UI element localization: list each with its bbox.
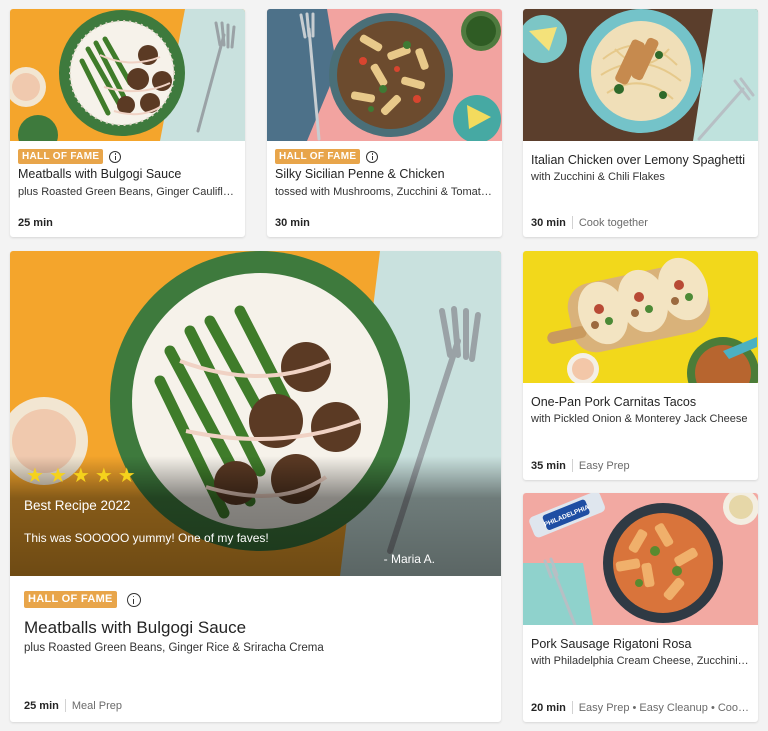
badge-row: HALL OF FAME bbox=[18, 149, 122, 164]
cook-time: 25 min bbox=[18, 217, 53, 229]
recipe-title: One-Pan Pork Carnitas Tacos bbox=[531, 395, 697, 409]
hall-of-fame-badge: HALL OF FAME bbox=[275, 149, 361, 164]
badge-row: HALL OF FAME bbox=[24, 591, 141, 608]
recipe-image bbox=[523, 9, 758, 141]
star-icon: ★ bbox=[26, 465, 44, 487]
rating-stars: ★ ★ ★ ★ ★ bbox=[26, 466, 136, 486]
recipe-meta: 30 min Cook together bbox=[531, 216, 750, 229]
recipe-meta: 35 min Easy Prep bbox=[531, 459, 750, 472]
recipe-tags: Easy Prep • Easy Cleanup • Cook together bbox=[578, 701, 750, 714]
recipe-subtitle: plus Roasted Green Beans, Ginger Caulifl… bbox=[18, 186, 237, 198]
hall-of-fame-badge: HALL OF FAME bbox=[18, 149, 104, 164]
review-title: Best Recipe 2022 bbox=[24, 498, 131, 513]
recipe-card-sicilian-penne[interactable]: HALL OF FAME Silky Sicilian Penne & Chic… bbox=[267, 9, 502, 237]
recipe-card-body: HALL OF FAME Silky Sicilian Penne & Chic… bbox=[267, 141, 502, 237]
recipe-subtitle: with Zucchini & Chili Flakes bbox=[531, 171, 665, 183]
info-icon[interactable] bbox=[366, 150, 379, 163]
recipe-card-pork-carnitas-tacos[interactable]: One-Pan Pork Carnitas Tacos with Pickled… bbox=[523, 251, 758, 480]
hall-of-fame-badge: HALL OF FAME bbox=[24, 591, 117, 608]
recipe-title: Meatballs with Bulgogi Sauce bbox=[18, 167, 182, 181]
recipe-tags: Cook together bbox=[578, 216, 648, 229]
review-text: This was SOOOOO yummy! One of my faves! bbox=[24, 531, 269, 545]
recipe-tags: Easy Prep bbox=[578, 459, 630, 472]
recipe-subtitle: plus Roasted Green Beans, Ginger Rice & … bbox=[24, 642, 324, 654]
recipe-meta: 30 min bbox=[275, 217, 494, 229]
recipe-title: Pork Sausage Rigatoni Rosa bbox=[531, 637, 692, 651]
meta-divider bbox=[571, 216, 573, 229]
cook-time: 25 min bbox=[24, 699, 59, 712]
recipe-meta: 25 min Meal Prep bbox=[24, 699, 493, 712]
recipe-card-pork-sausage-rigatoni[interactable]: PHILADELPHIA Pork Sausage Rigatoni Rosa … bbox=[523, 493, 758, 722]
badge-row: HALL OF FAME bbox=[275, 149, 379, 164]
review-overlay: ★ ★ ★ ★ ★ Best Recipe 2022 This was SOOO… bbox=[10, 456, 501, 576]
featured-recipe-card-meatballs-bulgogi[interactable]: ★ ★ ★ ★ ★ Best Recipe 2022 This was SOOO… bbox=[10, 251, 501, 722]
meta-divider bbox=[64, 699, 66, 712]
recipe-image bbox=[10, 9, 245, 141]
recipe-subtitle: with Philadelphia Cream Cheese, Zucchini… bbox=[531, 655, 750, 667]
recipe-image bbox=[523, 251, 758, 383]
recipe-card-italian-chicken-spaghetti[interactable]: Italian Chicken over Lemony Spaghetti wi… bbox=[523, 9, 758, 237]
cook-time: 35 min bbox=[531, 459, 566, 472]
star-icon: ★ bbox=[94, 465, 113, 487]
cook-time: 30 min bbox=[531, 216, 566, 229]
info-icon[interactable] bbox=[126, 592, 141, 607]
meta-divider bbox=[571, 701, 573, 714]
recipe-card-meatballs-bulgogi[interactable]: HALL OF FAME Meatballs with Bulgogi Sauc… bbox=[10, 9, 245, 237]
star-icon: ★ bbox=[71, 465, 90, 487]
cook-time: 20 min bbox=[531, 701, 566, 714]
info-icon[interactable] bbox=[109, 150, 122, 163]
recipe-image: PHILADELPHIA bbox=[523, 493, 758, 625]
recipe-card-body: Pork Sausage Rigatoni Rosa with Philadel… bbox=[523, 625, 758, 722]
recipe-tags: Meal Prep bbox=[71, 699, 122, 712]
recipe-meta: 20 min Easy Prep • Easy Cleanup • Cook t… bbox=[531, 701, 750, 714]
recipe-image bbox=[267, 9, 502, 141]
recipe-card-body: HALL OF FAME Meatballs with Bulgogi Sauc… bbox=[10, 576, 501, 722]
star-icon: ★ bbox=[117, 465, 136, 487]
recipe-card-body: HALL OF FAME Meatballs with Bulgogi Sauc… bbox=[10, 141, 245, 237]
star-icon: ★ bbox=[48, 465, 67, 487]
recipe-title: Silky Sicilian Penne & Chicken bbox=[275, 167, 445, 181]
recipe-title: Meatballs with Bulgogi Sauce bbox=[24, 618, 247, 637]
meta-divider bbox=[571, 459, 573, 472]
recipe-subtitle: tossed with Mushrooms, Zucchini & Tomato… bbox=[275, 186, 494, 198]
cook-time: 30 min bbox=[275, 217, 310, 229]
recipe-subtitle: with Pickled Onion & Monterey Jack Chees… bbox=[531, 413, 748, 425]
recipe-card-body: Italian Chicken over Lemony Spaghetti wi… bbox=[523, 141, 758, 237]
recipe-image: ★ ★ ★ ★ ★ Best Recipe 2022 This was SOOO… bbox=[10, 251, 501, 576]
recipe-title: Italian Chicken over Lemony Spaghetti bbox=[531, 153, 746, 167]
recipe-meta: 25 min bbox=[18, 217, 237, 229]
recipe-card-body: One-Pan Pork Carnitas Tacos with Pickled… bbox=[523, 383, 758, 480]
review-author: - Maria A. bbox=[383, 552, 435, 566]
